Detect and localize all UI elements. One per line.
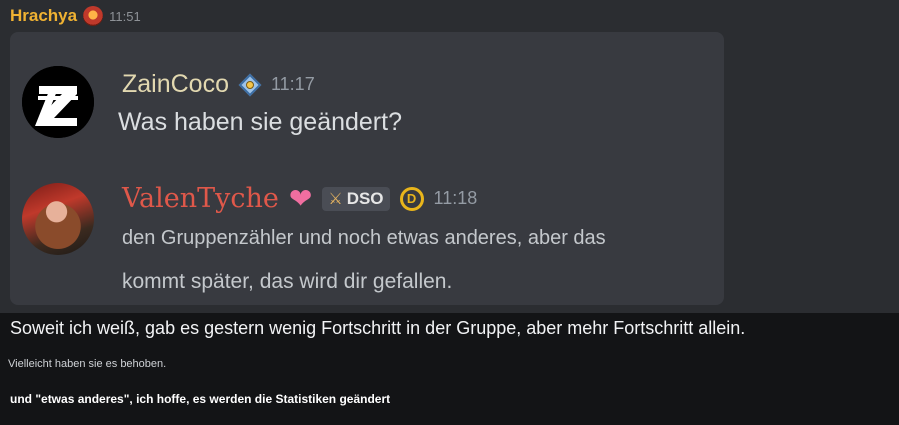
zaincoco-message-header: ZainCoco 11:17 bbox=[122, 70, 315, 99]
quoted-messages-card: ZainCoco 11:17 Was haben sie geändert? V… bbox=[10, 32, 724, 305]
author-name[interactable]: ZainCoco bbox=[122, 70, 229, 99]
server-tag[interactable]: ⚔ DSO bbox=[322, 186, 390, 211]
message-text: kommt später, das wird dir gefallen. bbox=[122, 270, 453, 293]
devil-emoji-icon bbox=[83, 6, 104, 26]
server-tag-label: DSO bbox=[346, 188, 384, 208]
author-name[interactable]: Hrachya bbox=[10, 6, 77, 26]
message-text: den Gruppenzähler und noch etwas anderes… bbox=[122, 227, 606, 249]
valentyche-avatar[interactable] bbox=[22, 183, 94, 255]
reply-text-main: Soweit ich weiß, gab es gestern wenig Fo… bbox=[10, 318, 746, 338]
timestamp: 11:51 bbox=[109, 8, 141, 24]
reply-text-small: Vielleicht haben sie es behoben. bbox=[8, 358, 167, 370]
heart-icon: ❤ bbox=[288, 182, 313, 214]
timestamp: 11:18 bbox=[433, 188, 478, 208]
author-name[interactable]: ValenTyche bbox=[122, 183, 279, 214]
zaincoco-logo-icon bbox=[22, 66, 94, 138]
valentyche-message-header: ValenTyche ❤ ⚔ DSO D 11:18 bbox=[122, 183, 477, 214]
timestamp: 11:17 bbox=[271, 74, 315, 94]
message-header: Hrachya 11:51 bbox=[10, 6, 141, 26]
server-boost-icon: D bbox=[399, 186, 424, 211]
message-text: Was haben sie geändert? bbox=[118, 108, 402, 136]
zaincoco-avatar[interactable] bbox=[22, 66, 94, 138]
reply-text-bold: und "etwas anderes", ich hoffe, es werde… bbox=[10, 392, 391, 406]
sword-icon: ⚔ bbox=[328, 190, 343, 208]
compass-badge-icon bbox=[239, 74, 261, 96]
